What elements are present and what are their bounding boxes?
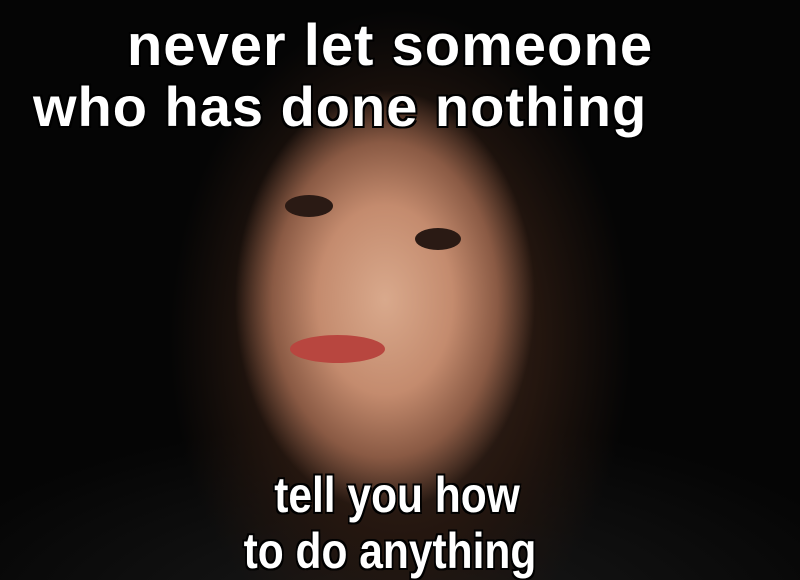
bottom-text-line-2: to do anything xyxy=(243,522,537,580)
eye-right xyxy=(415,228,461,250)
mouth xyxy=(290,335,385,363)
eye-left xyxy=(285,195,333,217)
top-text-line-2: who has done nothing xyxy=(32,74,648,139)
top-text-line-1: never let someone xyxy=(126,12,654,79)
bottom-text-line-1: tell you how xyxy=(273,466,520,524)
